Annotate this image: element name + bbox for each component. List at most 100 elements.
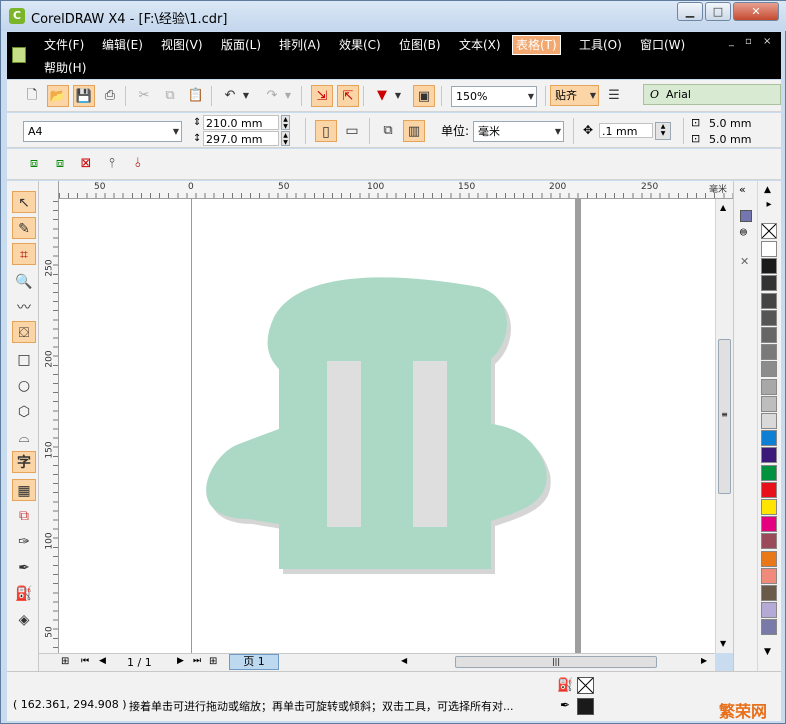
vertical-ruler[interactable]: 250 200 150 100 50 xyxy=(39,181,59,655)
outline-pen-tool-icon[interactable]: ✒ xyxy=(12,557,36,579)
color-swatch[interactable] xyxy=(761,430,777,447)
new-document-icon[interactable]: 🗋 xyxy=(21,85,43,107)
menu-effects[interactable]: 效果(C) xyxy=(336,36,384,54)
color-swatch[interactable] xyxy=(761,619,777,636)
shape-tool-icon[interactable]: ✎ xyxy=(12,217,36,239)
color-swatch[interactable] xyxy=(761,447,777,464)
redo-dropdown-icon[interactable]: ▼ xyxy=(283,85,293,107)
smart-fill-tool-icon[interactable]: ⛋ xyxy=(12,321,36,343)
launcher-dropdown-icon[interactable]: ▼ xyxy=(393,85,403,107)
snap-to-dropdown[interactable]: 贴齐 ▼ xyxy=(550,85,599,106)
color-swatch[interactable] xyxy=(761,275,777,292)
doc-minimize-button[interactable]: _ xyxy=(729,36,734,47)
landscape-icon[interactable]: ▭ xyxy=(341,120,363,142)
color-swatch[interactable] xyxy=(761,464,777,481)
undo-icon[interactable]: ↶ xyxy=(219,85,241,107)
color-swatch[interactable] xyxy=(761,533,777,550)
ellipse-tool-icon[interactable]: ○ xyxy=(12,375,36,397)
color-swatch[interactable] xyxy=(761,413,777,429)
palette-scroll-down-icon[interactable]: ▼ xyxy=(764,647,771,657)
page-tab[interactable]: 页 1 xyxy=(229,654,279,670)
color-swatch[interactable] xyxy=(761,309,777,326)
color-swatch[interactable] xyxy=(761,327,777,343)
first-page-icon[interactable]: ⏮ xyxy=(81,656,89,666)
import-icon[interactable]: ⇲ xyxy=(311,85,333,107)
nudge-offset-field[interactable]: .1 mm xyxy=(599,123,653,138)
redo-icon[interactable]: ↷ xyxy=(261,85,283,107)
nudge-spinner[interactable]: ▲ ▼ xyxy=(655,122,671,140)
color-swatch[interactable] xyxy=(761,602,777,619)
align-icon[interactable]: ⫯ xyxy=(101,153,123,175)
color-swatch[interactable] xyxy=(761,258,777,275)
duplicate-distance-x-field[interactable]: 5.0 mm xyxy=(707,116,781,131)
color-swatch[interactable] xyxy=(761,361,777,378)
outline-color-indicator[interactable] xyxy=(577,698,594,715)
color-swatch[interactable] xyxy=(761,395,777,412)
eyedropper-tool-icon[interactable]: ✑ xyxy=(12,531,36,553)
scroll-up-icon[interactable]: ▲ xyxy=(720,203,726,212)
color-swatch[interactable] xyxy=(761,292,777,309)
application-launcher-icon[interactable]: ▼ xyxy=(371,85,393,107)
palette-flyout-icon[interactable]: ▸ xyxy=(760,199,778,215)
add-page-after-icon[interactable]: ⊞ xyxy=(209,656,217,667)
font-list-dropdown[interactable]: O Arial xyxy=(643,84,781,105)
zoom-level-dropdown[interactable]: 150% ▼ xyxy=(451,86,537,107)
last-page-icon[interactable]: ⏭ xyxy=(193,656,201,666)
interactive-blend-tool-icon[interactable]: ⧉ xyxy=(12,505,36,527)
docker-collapse-icon[interactable]: « xyxy=(739,183,746,196)
prev-page-icon[interactable]: ◀ xyxy=(99,656,106,666)
color-swatch[interactable] xyxy=(761,241,777,257)
width-spinner[interactable]: ▲ ▼ xyxy=(281,115,290,130)
fill-tool-icon[interactable]: ⛽ xyxy=(12,583,36,605)
doc-restore-button[interactable]: ▫ xyxy=(745,36,752,47)
options-icon[interactable]: ☰ xyxy=(603,85,625,107)
fill-status-icon[interactable]: ⛽ xyxy=(557,678,573,693)
doc-close-button[interactable]: × xyxy=(763,36,771,47)
color-swatch[interactable] xyxy=(761,516,777,533)
print-icon[interactable]: ⎙ xyxy=(99,85,121,107)
drawing-canvas[interactable] xyxy=(59,199,715,653)
scroll-left-icon[interactable]: ◀ xyxy=(401,656,407,665)
basic-shapes-tool-icon[interactable]: ⌓ xyxy=(12,427,36,449)
palette-scroll-up-icon[interactable]: ▲ xyxy=(764,185,771,195)
duplicate-distance-y-field[interactable]: 5.0 mm xyxy=(707,132,781,147)
menu-table[interactable]: 表格(T) xyxy=(512,35,561,55)
rectangle-tool-icon[interactable]: □ xyxy=(12,349,36,371)
outline-status-icon[interactable]: ✒ xyxy=(560,698,570,712)
zoom-tool-icon[interactable]: 🔍 xyxy=(12,271,36,293)
color-swatch[interactable] xyxy=(761,499,777,515)
close-button[interactable]: ✕ xyxy=(733,2,779,21)
add-page-icon[interactable]: ⊞ xyxy=(61,656,69,667)
page-width-field[interactable]: 210.0 mm xyxy=(203,115,279,130)
portrait-icon[interactable]: ▯ xyxy=(315,120,337,142)
height-spinner[interactable]: ▲ ▼ xyxy=(281,131,290,146)
all-pages-icon[interactable]: ⧉ xyxy=(377,120,399,142)
menu-file[interactable]: 文件(F) xyxy=(41,36,87,54)
save-icon[interactable]: 💾 xyxy=(73,85,95,107)
units-dropdown[interactable]: 毫米 ▼ xyxy=(473,121,564,142)
export-icon[interactable]: ⇱ xyxy=(337,85,359,107)
color-swatch[interactable] xyxy=(761,567,777,584)
clear-icon[interactable]: ⊠ xyxy=(75,153,97,175)
menu-window[interactable]: 窗口(W) xyxy=(637,36,688,54)
scroll-right-icon[interactable]: ▶ xyxy=(701,656,707,665)
snap-nodes-icon[interactable]: ⧈ xyxy=(23,153,45,175)
horizontal-scroll-thumb[interactable]: ||| xyxy=(455,656,657,668)
menu-edit[interactable]: 编辑(E) xyxy=(99,36,146,54)
menu-view[interactable]: 视图(V) xyxy=(158,36,206,54)
next-page-icon[interactable]: ▶ xyxy=(177,656,184,666)
maximize-button[interactable]: □ xyxy=(705,2,731,21)
docker-close-icon[interactable]: ✕ xyxy=(740,255,749,268)
paper-size-dropdown[interactable]: A4 ▼ xyxy=(23,121,182,142)
cut-icon[interactable]: ✂ xyxy=(133,85,155,107)
page-height-field[interactable]: 297.0 mm xyxy=(203,131,279,146)
menu-arrange[interactable]: 排列(A) xyxy=(276,36,324,54)
polygon-tool-icon[interactable]: ⬡ xyxy=(12,401,36,423)
interactive-fill-tool-icon[interactable]: ◈ xyxy=(12,609,36,631)
freehand-tool-icon[interactable]: 〰 xyxy=(12,297,36,319)
welcome-screen-icon[interactable]: ▣ xyxy=(413,85,435,107)
menu-tools[interactable]: 工具(O) xyxy=(576,36,625,54)
color-swatch[interactable] xyxy=(761,481,777,498)
snap-center-icon[interactable]: ⧈ xyxy=(49,153,71,175)
paste-icon[interactable]: 📋 xyxy=(185,85,207,107)
